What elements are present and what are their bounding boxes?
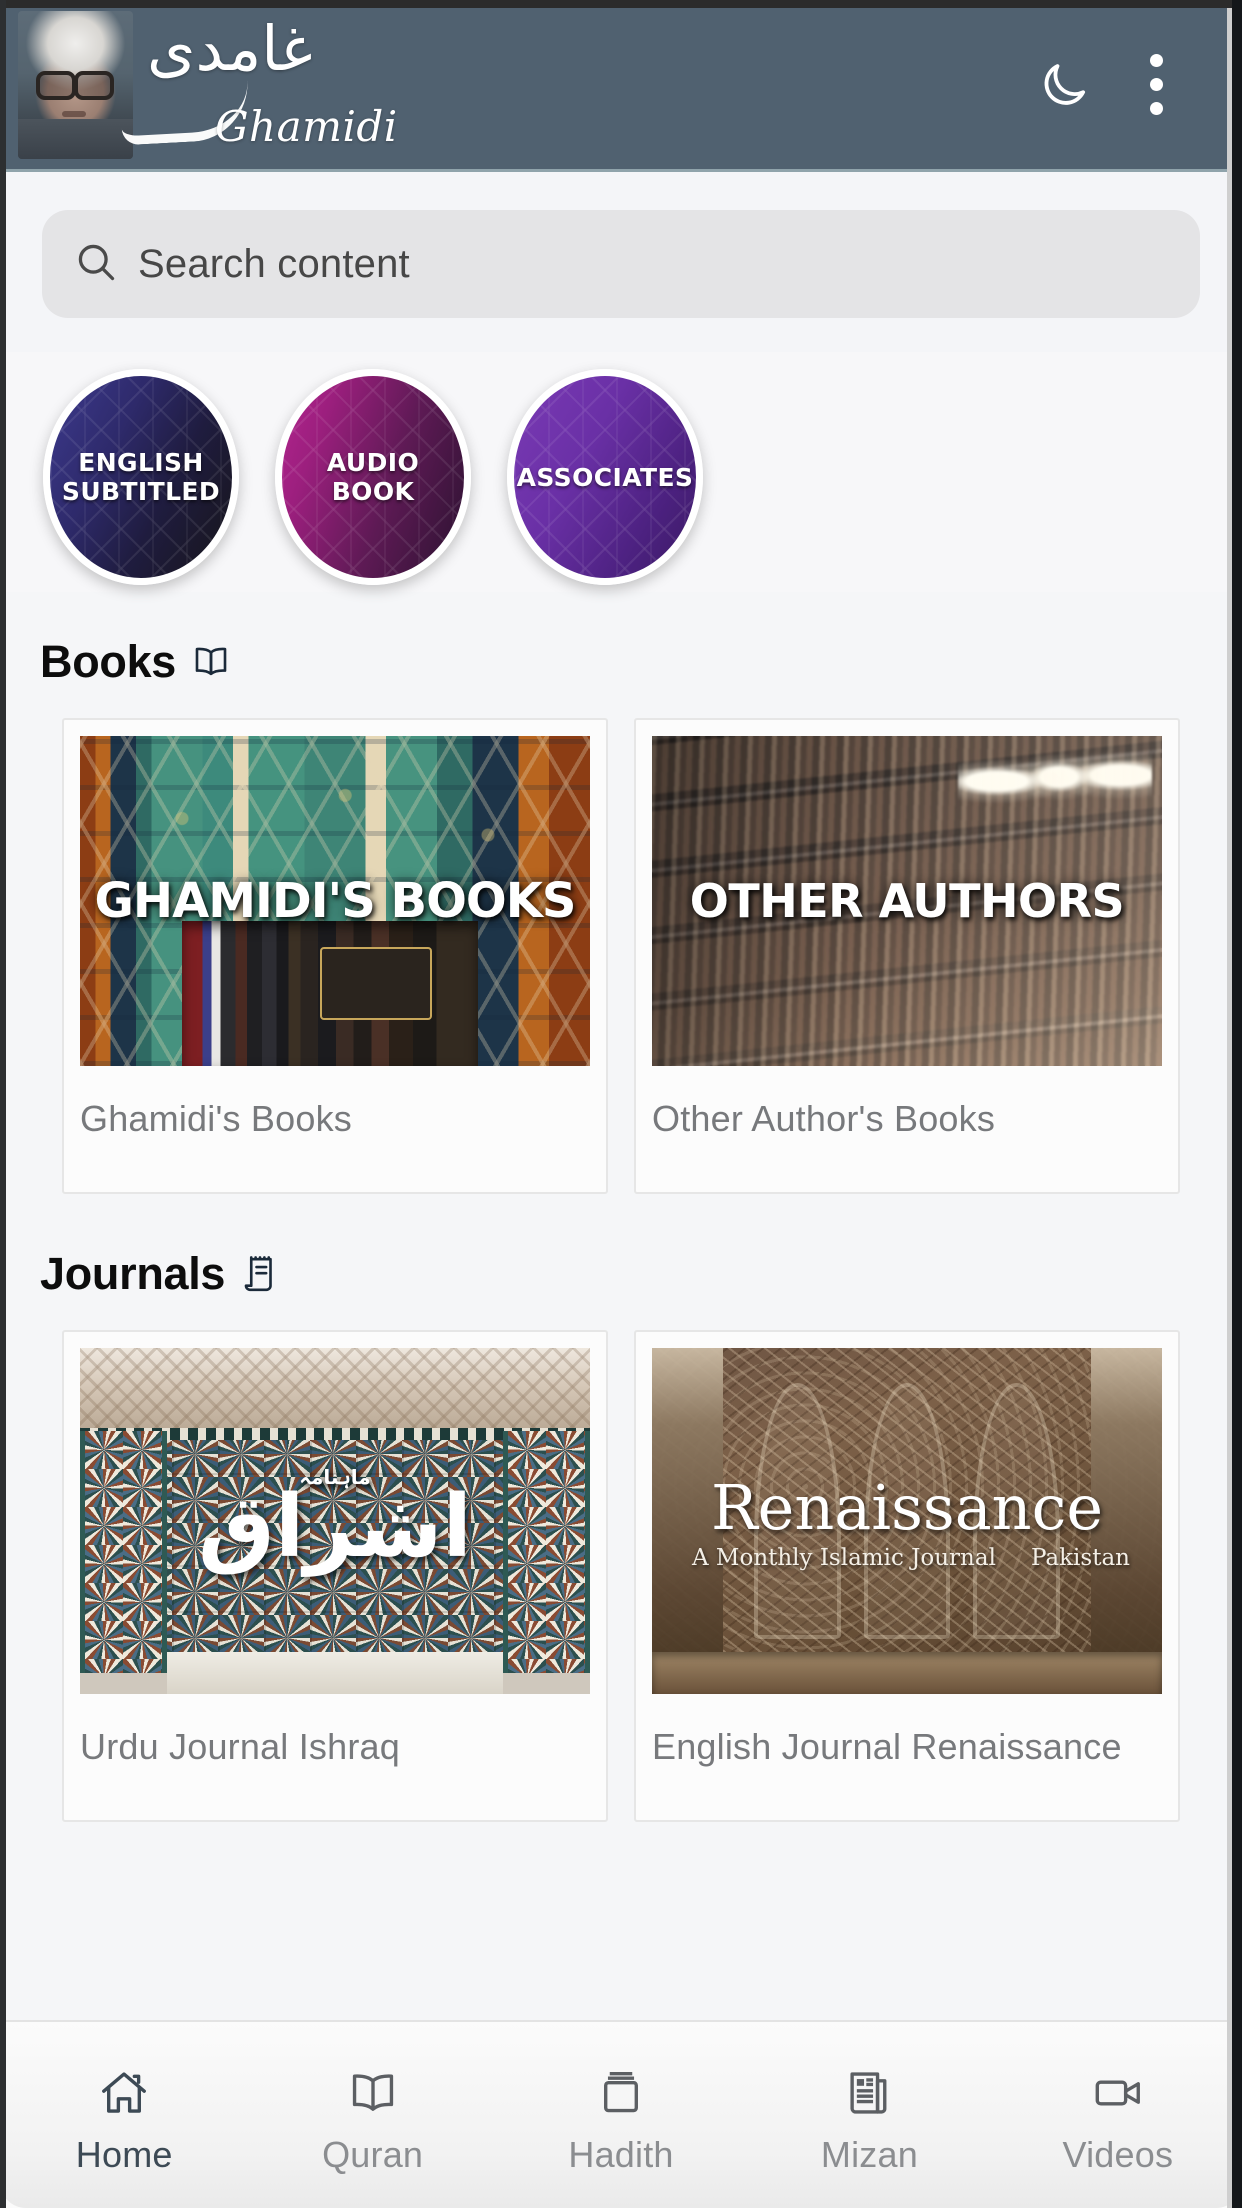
- app-logo[interactable]: غامدی Ghamidi: [18, 10, 397, 160]
- books-card-row: GHAMIDI'S BOOKS Ghamidi's Books OTHER AU…: [0, 718, 1242, 1204]
- nav-item-quran[interactable]: Quran: [248, 2054, 496, 2176]
- thumbnail-overlay-country: Pakistan: [1030, 1545, 1130, 1571]
- thumbnail-overlay-title: OTHER AUTHORS: [689, 874, 1125, 928]
- card-caption: Ghamidi's Books: [80, 1098, 352, 1139]
- thumbnail-ishraq: ماہنامہ اشراق: [80, 1348, 590, 1694]
- nav-item-home[interactable]: Home: [0, 2054, 248, 2176]
- theme-toggle-button[interactable]: [1018, 39, 1110, 131]
- open-book-icon: [346, 2062, 400, 2120]
- category-label-line1: ASSOCIATES: [516, 462, 694, 492]
- card-other-authors-books[interactable]: OTHER AUTHORS Other Author's Books: [634, 718, 1180, 1194]
- card-caption: English Journal Renaissance: [652, 1726, 1122, 1767]
- main-scroll-area[interactable]: Search content ENGLISH SUBTITLED AUDIO B…: [0, 172, 1242, 2020]
- thumbnail-overlay-title: Renaissance: [710, 1471, 1104, 1544]
- thumbnail-other-authors: OTHER AUTHORS: [652, 736, 1162, 1066]
- app-screen: غامدی Ghamidi Search content ENGLISH SUB…: [0, 0, 1242, 2208]
- search-icon: [74, 240, 118, 289]
- nav-label-hadith: Hadith: [568, 2134, 674, 2175]
- three-dots-vertical-icon: [1149, 54, 1163, 115]
- card-english-journal-renaissance[interactable]: Renaissance A Monthly Islamic Journal Pa…: [634, 1330, 1180, 1822]
- device-right-edge: [1232, 0, 1242, 2208]
- moon-icon: [1037, 58, 1091, 112]
- home-icon: [97, 2062, 151, 2120]
- card-urdu-journal-ishraq[interactable]: ماہنامہ اشراق Urdu Journal Ishraq: [62, 1330, 608, 1822]
- search-section: Search content: [0, 172, 1242, 352]
- portrait-mouth: [62, 110, 86, 117]
- video-camera-icon: [1091, 2062, 1145, 2120]
- category-label-line1: AUDIO BOOK: [326, 448, 420, 506]
- nav-item-mizan[interactable]: Mizan: [745, 2054, 993, 2176]
- brand-urdu-calligraphy: غامدی: [147, 11, 313, 85]
- portrait-glasses: [34, 70, 116, 100]
- nav-label-mizan: Mizan: [820, 2134, 918, 2175]
- thumbnail-ghamidis-books: GHAMIDI'S BOOKS: [80, 736, 590, 1066]
- thumbnail-overlay-title: GHAMIDI'S BOOKS: [94, 873, 577, 929]
- search-placeholder-text: Search content: [138, 241, 410, 286]
- receipt-notepad-icon: [239, 1253, 281, 1295]
- category-english-subtitled[interactable]: ENGLISH SUBTITLED: [36, 362, 246, 592]
- section-title-journals: Journals: [40, 1248, 226, 1299]
- device-top-edge: [0, 0, 1242, 8]
- section-header-books: Books: [0, 592, 1242, 718]
- newspaper-icon: [842, 2062, 896, 2120]
- bottom-navigation-bar: Home Quran Hadith Mizan Videos: [0, 2020, 1242, 2208]
- thumbnail-overlay-subtitle: A Monthly Islamic Journal: [692, 1545, 996, 1571]
- category-associates[interactable]: ASSOCIATES: [500, 362, 710, 592]
- overflow-menu-button[interactable]: [1110, 39, 1202, 131]
- open-book-icon: [190, 641, 232, 683]
- book-stack-icon: [594, 2062, 648, 2120]
- thumbnail-overlay-title: اشراق: [198, 1477, 472, 1578]
- category-label-line2: SUBTITLED: [61, 477, 221, 506]
- category-label-line1: ENGLISH: [78, 448, 204, 477]
- card-ghamidis-books[interactable]: GHAMIDI'S BOOKS Ghamidi's Books: [62, 718, 608, 1194]
- card-caption: Other Author's Books: [652, 1098, 996, 1139]
- nav-label-home: Home: [75, 2134, 173, 2175]
- thumbnail-renaissance: Renaissance A Monthly Islamic Journal Pa…: [652, 1348, 1162, 1694]
- category-circle-row[interactable]: ENGLISH SUBTITLED AUDIO BOOK ASSOCIATES: [0, 352, 1242, 592]
- ghamidi-portrait-image: [18, 10, 133, 159]
- nav-label-quran: Quran: [322, 2134, 424, 2175]
- nav-label-videos: Videos: [1062, 2134, 1174, 2175]
- portrait-coat: [18, 118, 133, 159]
- search-input[interactable]: Search content: [42, 210, 1200, 318]
- section-title-books: Books: [40, 636, 177, 687]
- nav-item-videos[interactable]: Videos: [994, 2054, 1242, 2176]
- journals-card-row: ماہنامہ اشراق Urdu Journal Ishraq Renais…: [0, 1330, 1242, 1832]
- brand-latin-wordmark: Ghamidi: [215, 101, 398, 151]
- app-header: غامدی Ghamidi: [0, 0, 1242, 172]
- category-audio-book[interactable]: AUDIO BOOK: [268, 362, 478, 592]
- section-header-journals: Journals: [0, 1204, 1242, 1330]
- nav-item-hadith[interactable]: Hadith: [497, 2054, 745, 2176]
- card-caption: Urdu Journal Ishraq: [80, 1726, 400, 1767]
- device-left-edge: [0, 0, 6, 2208]
